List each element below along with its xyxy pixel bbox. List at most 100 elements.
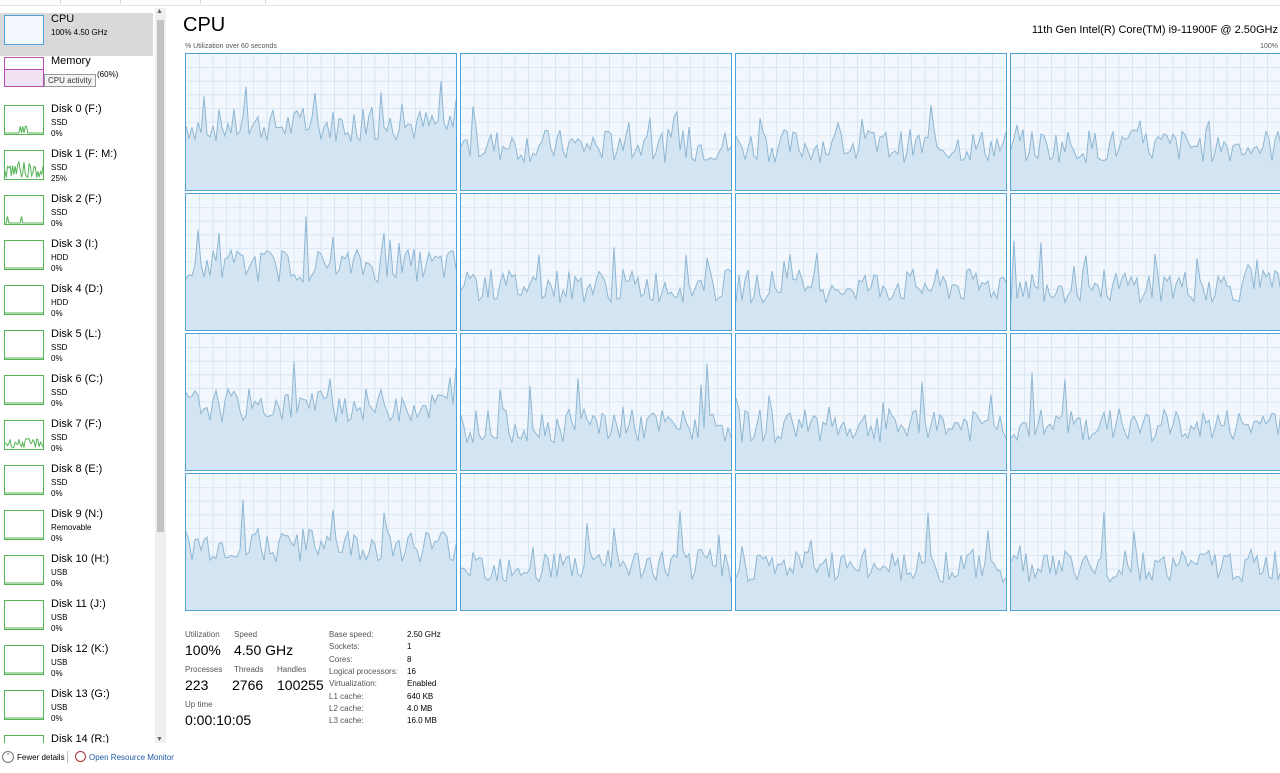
device-list: CPU 100% 4.50 GHz Memory (60%) CPU activ… <box>0 8 166 743</box>
disk-thumbnail <box>4 285 44 315</box>
tab-hint[interactable] <box>120 0 201 4</box>
sidebar-item-type: HDD <box>51 253 69 262</box>
processes-label: Processes <box>185 665 223 674</box>
logical-processor-graph <box>460 333 732 471</box>
sidebar-item-cpu[interactable]: CPU 100% 4.50 GHz <box>0 13 153 56</box>
sidebar-item-label: Memory <box>51 55 91 67</box>
disk-thumbnail <box>4 195 44 225</box>
sidebar-item-type: HDD <box>51 298 69 307</box>
threads-value: 2766 <box>232 677 264 693</box>
sidebar-item-usage: 0% <box>51 264 63 273</box>
scroll-up-icon[interactable]: ▲ <box>156 8 163 15</box>
sidebar-item-usage: 0% <box>51 354 63 363</box>
logical-processor-graph <box>185 193 457 331</box>
logical-processor-graph <box>735 53 1007 191</box>
sidebar-item-label: Disk 0 (F:) <box>51 103 102 115</box>
footer: ⌃ Fewer details Open Resource Monitor <box>0 747 1280 773</box>
logical-processor-graph <box>460 193 732 331</box>
sidebar-item-usage: 0% <box>51 534 63 543</box>
sidebar-item-disk[interactable]: Disk 1 (F: M:) SSD 25% <box>0 148 153 191</box>
sidebar-item-disk[interactable]: Disk 9 (N:) Removable 0% <box>0 508 153 551</box>
sidebar-item-disk[interactable]: Disk 11 (J:) USB 0% <box>0 598 153 641</box>
sidebar-item-disk[interactable]: Disk 6 (C:) SSD 0% <box>0 373 153 416</box>
tab-hint[interactable] <box>60 0 121 4</box>
sidebar-item-type: SSD <box>51 433 68 442</box>
logical-processor-graph <box>1010 53 1280 191</box>
tooltip: CPU activity <box>44 74 96 87</box>
sidebar-item-label: Disk 13 (G:) <box>51 688 110 700</box>
sidebar-item-label: Disk 4 (D:) <box>51 283 103 295</box>
logical-processor-graph <box>460 53 732 191</box>
scroll-thumb[interactable] <box>157 20 164 532</box>
sidebar-item-type: SSD <box>51 388 68 397</box>
sidebar-item-label: Disk 3 (I:) <box>51 238 99 250</box>
spec-value: 1 <box>407 642 412 652</box>
logical-processor-graphs <box>185 53 1280 613</box>
disk-thumbnail <box>4 555 44 585</box>
sidebar-item-disk[interactable]: Disk 7 (F:) SSD 0% <box>0 418 153 461</box>
disk-thumbnail <box>4 735 44 743</box>
sidebar-item-disk[interactable]: Disk 14 (R:) <box>0 733 153 743</box>
sidebar-item-disk[interactable]: Disk 0 (F:) SSD 0% <box>0 103 153 146</box>
sidebar-item-usage: 0% <box>51 219 63 228</box>
disk-thumbnail <box>4 150 44 180</box>
disk-thumbnail <box>4 240 44 270</box>
uptime-label: Up time <box>185 700 213 709</box>
disk-thumbnail <box>4 330 44 360</box>
sidebar-item-type: SSD <box>51 208 68 217</box>
spec-label: L2 cache: <box>329 703 364 713</box>
logical-processor-graph <box>1010 473 1280 611</box>
sidebar-item-usage: 0% <box>51 399 63 408</box>
sidebar-item-label: Disk 12 (K:) <box>51 643 109 655</box>
sidebar-item-disk[interactable]: Disk 13 (G:) USB 0% <box>0 688 153 731</box>
sidebar-item-type: USB <box>51 613 68 622</box>
sidebar-item-label: Disk 11 (J:) <box>51 598 106 610</box>
disk-thumbnail <box>4 600 44 630</box>
sidebar-item-usage: 0% <box>51 669 63 678</box>
tab-hint[interactable] <box>200 0 266 4</box>
sidebar-item-type: USB <box>51 658 68 667</box>
sidebar-scrollbar[interactable]: ▲ ▼ <box>155 8 166 743</box>
disk-thumbnail <box>4 690 44 720</box>
logical-processor-graph <box>735 473 1007 611</box>
tab-hint[interactable] <box>0 0 61 4</box>
sidebar-item-disk[interactable]: Disk 4 (D:) HDD 0% <box>0 283 153 326</box>
resource-monitor-icon[interactable] <box>75 751 86 762</box>
memory-thumbnail <box>4 57 44 87</box>
spec-label: Cores: <box>329 654 353 664</box>
logical-processor-graph <box>185 333 457 471</box>
sidebar-item-label: Disk 1 (F: M:) <box>51 148 117 160</box>
disk-thumbnail <box>4 510 44 540</box>
sidebar-item-label: Disk 8 (E:) <box>51 463 103 475</box>
cpu-model: 11th Gen Intel(R) Core(TM) i9-11900F @ 2… <box>1031 24 1278 36</box>
spec-value: Enabled <box>407 679 437 689</box>
sidebar-item-disk[interactable]: Disk 12 (K:) USB 0% <box>0 643 153 686</box>
sidebar-item-sub: 100% 4.50 GHz <box>51 28 108 37</box>
sidebar-item-disk[interactable]: Disk 5 (L:) SSD 0% <box>0 328 153 371</box>
sidebar-item-label: Disk 7 (F:) <box>51 418 102 430</box>
spec-label: Logical processors: <box>329 666 398 676</box>
sidebar-item-type: SSD <box>51 118 68 127</box>
sidebar-item-disk[interactable]: Disk 2 (F:) SSD 0% <box>0 193 153 236</box>
logical-processor-graph <box>1010 333 1280 471</box>
sidebar-item-usage: 0% <box>51 579 63 588</box>
sidebar-item-disk[interactable]: Disk 8 (E:) SSD 0% <box>0 463 153 506</box>
open-resource-monitor-link[interactable]: Open Resource Monitor <box>89 753 174 762</box>
sidebar-item-usage: 0% <box>51 129 63 138</box>
handles-label: Handles <box>277 665 307 674</box>
sidebar-item-label: CPU <box>51 13 75 25</box>
sidebar-item-type: SSD <box>51 478 68 487</box>
sidebar-item-disk[interactable]: Disk 3 (I:) HDD 0% <box>0 238 153 281</box>
sidebar-item-usage: 0% <box>51 489 63 498</box>
sidebar-item-type: SSD <box>51 163 68 172</box>
sidebar-item-disk[interactable]: Disk 10 (H:) USB 0% <box>0 553 153 596</box>
spec-value: 4.0 MB <box>407 703 433 713</box>
sidebar-item-label: Disk 5 (L:) <box>51 328 102 340</box>
logical-processor-graph <box>185 53 457 191</box>
chevron-up-icon[interactable]: ⌃ <box>2 751 14 763</box>
fewer-details-button[interactable]: Fewer details <box>17 753 65 762</box>
speed-label: Speed <box>234 630 258 639</box>
spec-label: L1 cache: <box>329 691 364 701</box>
utilization-max-label: 100% <box>1260 43 1278 50</box>
scroll-down-icon[interactable]: ▼ <box>156 736 163 743</box>
